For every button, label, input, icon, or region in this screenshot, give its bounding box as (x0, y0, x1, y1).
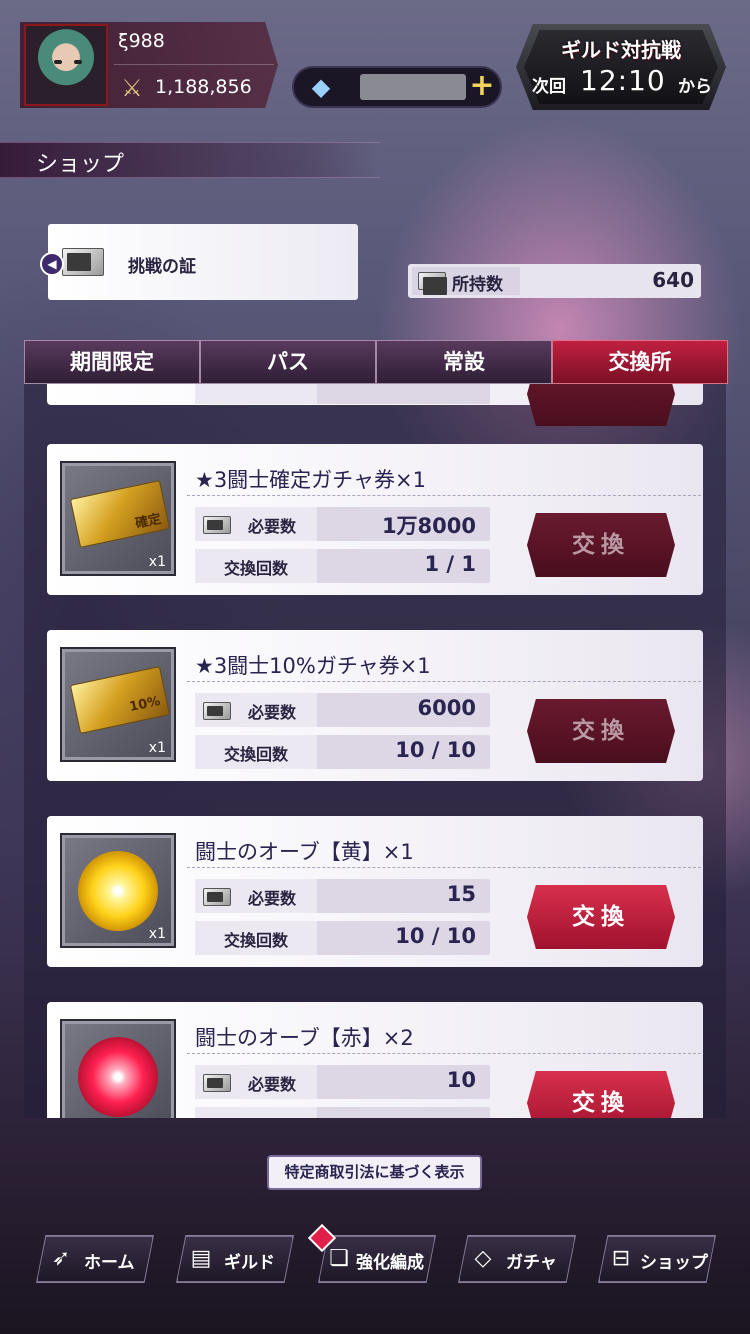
item-divider (187, 867, 701, 868)
tab-exchange[interactable]: 交換所 (552, 340, 728, 384)
item-thumb-qty: x1 (148, 740, 166, 756)
count-row: 交換回数 10 / 10 (195, 921, 490, 955)
exchange-button[interactable]: 交換 (527, 1071, 675, 1118)
guild-battle-from-label: から (678, 77, 712, 97)
cost-row: 必要数 15 (195, 879, 490, 913)
cost-row: 必要数 10 (195, 1065, 490, 1099)
item-title: 闘士のオーブ【黄】×1 (195, 840, 414, 864)
cost-value: 10 (446, 1068, 476, 1092)
wing-icon: ➶ (51, 1246, 71, 1271)
nav-enhance-label: 強化編成 (356, 1253, 424, 1273)
cost-label: 必要数 (247, 517, 296, 536)
owned-count-value: 640 (652, 268, 694, 292)
tab-permanent[interactable]: 常設 (376, 340, 552, 384)
nav-home-label: ホーム (84, 1253, 135, 1273)
cost-value: 6000 (417, 696, 476, 720)
gacha-ticket-thumbnail: 10% x1 (60, 647, 176, 762)
item-divider (187, 495, 701, 496)
exchange-button[interactable]: 交換 (527, 699, 675, 763)
challenge-ticket-icon (418, 272, 447, 295)
nav-guild-label: ギルド (224, 1253, 275, 1273)
player-info-divider (114, 64, 274, 65)
gem-currency-bar: ◆ + (292, 66, 502, 108)
count-value: 10 / 10 (395, 924, 476, 948)
item-thumb-qty: x1 (148, 554, 166, 570)
gem-value-redacted (360, 74, 466, 100)
exchange-button[interactable]: 交換 (527, 885, 675, 949)
count-row: 交換回数 1 / 1 (195, 549, 490, 583)
list-item: 確定 x1 ★3闘士確定ガチャ券×1 必要数 1万8000 交換回数 1 / 1… (47, 444, 703, 595)
page-title: ショップ (36, 152, 125, 177)
cost-value: 1万8000 (381, 514, 476, 538)
gacha-ticket-thumbnail: 確定 x1 (60, 461, 176, 576)
guild-battle-next-label: 次回 (532, 77, 566, 97)
tab-limited[interactable]: 期間限定 (24, 340, 200, 384)
item-thumb-qty: x1 (148, 926, 166, 942)
count-row (195, 384, 490, 404)
legal-notice-button[interactable]: 特定商取引法に基づく表示 (267, 1155, 482, 1190)
enhance-icon: ❏ (329, 1246, 349, 1271)
list-item: 闘士のオーブ【赤】×2 必要数 10 交換 (47, 1002, 703, 1118)
list-item-partial (47, 384, 703, 426)
cost-label: 必要数 (247, 703, 296, 722)
nav-gacha-label: ガチャ (506, 1253, 557, 1273)
item-title: ★3闘士10%ガチャ券×1 (195, 654, 431, 678)
currency-name: 挑戦の証 (128, 257, 196, 277)
count-label: 交換回数 (223, 559, 288, 578)
nav-shop-label: ショップ (640, 1253, 708, 1273)
count-row (195, 1107, 490, 1118)
owned-count-label: 所持数 (452, 275, 503, 295)
cost-value: 15 (446, 882, 476, 906)
shop-icon: ⊟ (611, 1246, 631, 1271)
list-item: x1 闘士のオーブ【黄】×1 必要数 15 交換回数 10 / 10 交換 (47, 816, 703, 967)
exchange-button[interactable] (527, 384, 675, 426)
gem-icon: ◆ (311, 73, 331, 101)
count-row: 交換回数 10 / 10 (195, 735, 490, 769)
gold-ticket-icon: 10% (69, 665, 171, 735)
exchange-button[interactable]: 交換 (527, 513, 675, 577)
red-orb-thumbnail (60, 1019, 176, 1118)
challenge-ticket-icon (62, 248, 104, 276)
guild-battle-title: ギルド対抗戦 (561, 38, 681, 62)
cost-row: 必要数 1万8000 (195, 507, 490, 541)
currency-prev-arrow-icon[interactable]: ◀ (40, 252, 64, 276)
crossed-swords-icon: ⚔ (121, 74, 143, 102)
player-avatar[interactable] (24, 24, 108, 106)
count-label: 交換回数 (223, 931, 288, 950)
list-item: 10% x1 ★3闘士10%ガチャ券×1 必要数 6000 交換回数 10 / … (47, 630, 703, 781)
item-divider (187, 1053, 701, 1054)
tab-pass[interactable]: パス (200, 340, 376, 384)
add-gems-button[interactable]: + (468, 70, 496, 102)
player-power: 1,188,856 (155, 76, 252, 98)
red-orb-icon (78, 1037, 158, 1117)
player-name: ξ988 (118, 30, 165, 52)
yellow-orb-icon (78, 851, 158, 931)
cost-label: 必要数 (247, 1075, 296, 1094)
guild-card-icon: ▤ (190, 1246, 212, 1271)
cost-row: 必要数 6000 (195, 693, 490, 727)
count-value: 10 / 10 (395, 738, 476, 762)
yellow-orb-thumbnail: x1 (60, 833, 176, 948)
item-title: ★3闘士確定ガチャ券×1 (195, 468, 426, 492)
exchange-item-list[interactable]: 確定 x1 ★3闘士確定ガチャ券×1 必要数 1万8000 交換回数 1 / 1… (24, 384, 726, 1118)
cost-label: 必要数 (247, 889, 296, 908)
item-title: 闘士のオーブ【赤】×2 (195, 1026, 414, 1050)
count-value: 1 / 1 (424, 552, 476, 576)
gold-ticket-icon: 確定 (69, 479, 171, 549)
count-label: 交換回数 (223, 745, 288, 764)
guild-battle-time: 12:10 (580, 64, 666, 97)
item-divider (187, 681, 701, 682)
diamond-icon: ◇ (474, 1246, 492, 1271)
